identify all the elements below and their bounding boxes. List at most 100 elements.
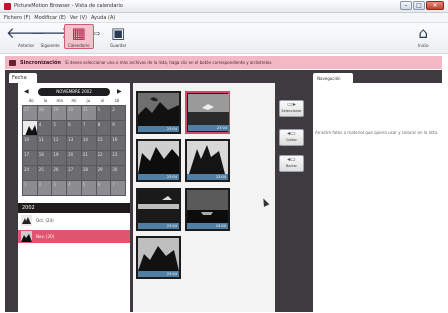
calendar-day[interactable]: 31 [81, 106, 96, 120]
prev-month-icon[interactable]: ◀ [24, 88, 29, 95]
photo-thumbnail[interactable]: 23:04 [136, 188, 181, 231]
month-label: Oct. (24) [36, 218, 54, 223]
menu-bar: Fichero (F) Modificar (E) Ver (V) Ayuda … [0, 13, 448, 23]
calendar-day[interactable]: 24 [23, 166, 37, 180]
notice-text: Si desea seleccionar uno o más archivos … [64, 60, 273, 65]
month-row-nov[interactable]: Nov. (20) [18, 230, 130, 243]
photo-thumbnail[interactable]: 23:04 [136, 139, 181, 182]
month-label: Nov. (20) [36, 234, 55, 239]
calendar-day[interactable]: 2 [37, 181, 52, 195]
calendar-day[interactable]: 14 [81, 136, 96, 150]
info-icon [9, 59, 16, 66]
calendar-day[interactable]: 4 [37, 121, 52, 135]
calendar-day[interactable]: 11 [37, 136, 52, 150]
calendar-day[interactable]: 12 [52, 136, 67, 150]
calendar-day[interactable]: 16 [111, 136, 125, 150]
menu-view[interactable]: Ver (V) [70, 15, 87, 21]
thumbnail-time: 23:04 [188, 125, 229, 131]
clear-button[interactable]: ◂▭ Borrar [279, 155, 304, 172]
weekday-label: vi [100, 98, 105, 103]
photo-thumbnail[interactable]: 23:04 [185, 188, 230, 231]
drop-hint: Arrastre fotos o material que quiera usa… [315, 130, 439, 135]
weekday-label: mi [71, 98, 77, 103]
calendar-day[interactable]: 3 [52, 181, 67, 195]
photo-thumbnail-selected[interactable]: 23:04 [185, 91, 230, 134]
calendar-day[interactable]: 6 [67, 121, 81, 135]
select-button[interactable]: ▭▸ Seleccionar [279, 100, 304, 117]
selection-panel[interactable] [313, 83, 442, 312]
calendar-day[interactable]: 5 [52, 121, 67, 135]
calendar-day[interactable]: 10 [23, 136, 37, 150]
weekday-label: lu [43, 98, 48, 103]
home-icon: ⌂ [418, 24, 429, 42]
month-row-oct[interactable]: Oct. (24) [18, 214, 130, 227]
title-bar: PictureMotion Browser - Vista de calenda… [0, 0, 448, 13]
calendar-day[interactable]: 17 [23, 151, 37, 165]
next-month-icon[interactable]: ▶ [117, 88, 122, 95]
window-title: PictureMotion Browser - Vista de calenda… [14, 3, 123, 9]
calendar-day[interactable]: 8 [96, 121, 111, 135]
calendar-view-button[interactable]: ▦ Calendario [64, 24, 94, 49]
calendar-day[interactable]: 1 [23, 181, 37, 195]
calendar-day[interactable]: 6 [96, 181, 111, 195]
thumbnail-time: 23:04 [138, 223, 179, 229]
calendar-header: ◀ NOVIEMBRE 2002 ▶ [22, 88, 126, 96]
calendar-day[interactable]: 28 [81, 166, 96, 180]
thumbnail-time: 23:04 [138, 126, 179, 132]
toolbar-separator: ⇨ [94, 25, 101, 43]
month-thumbnail [21, 231, 32, 242]
clear-icon: ◂▭ [287, 156, 296, 163]
photo-thumbnail[interactable]: 23:04 [136, 236, 181, 279]
photo-thumbnail[interactable]: 23:04 [185, 139, 230, 182]
menu-edit[interactable]: Modificar (E) [34, 15, 66, 21]
tab-date[interactable]: Fecha [9, 73, 37, 83]
tab-navigation[interactable]: Navegación [313, 73, 353, 83]
calendar-icon: ▦ [71, 24, 86, 42]
thumbnail-time: 23:04 [187, 223, 228, 229]
calendar-day-with-photo[interactable] [23, 121, 37, 135]
calendar-day[interactable]: 30 [111, 166, 125, 180]
calendar-day[interactable]: 20 [67, 151, 81, 165]
calendar-day[interactable]: 1 [96, 106, 111, 120]
calendar-day[interactable]: 9 [111, 121, 125, 135]
calendar-day[interactable]: 25 [37, 166, 52, 180]
menu-file[interactable]: Fichero (F) [4, 15, 30, 21]
maximize-button[interactable]: □ [413, 1, 425, 10]
thumbnail-time: 23:04 [187, 174, 228, 180]
remove-button[interactable]: ◂▭ Quitar [279, 129, 304, 146]
photo-thumbnail[interactable]: 23:04 [136, 91, 181, 134]
calendar-day[interactable]: 23 [111, 151, 125, 165]
calendar-day[interactable]: 27 [67, 166, 81, 180]
month-label: NOVIEMBRE 2002 [38, 88, 110, 96]
save-button[interactable]: ▣ Guardar [110, 25, 126, 49]
calendar-day[interactable]: 30 [67, 106, 81, 120]
weekday-label: sá [114, 98, 120, 103]
weekday-label: ma [56, 98, 63, 103]
calendar-day[interactable]: 18 [37, 151, 52, 165]
month-thumbnail [21, 215, 32, 226]
year-header: 2002 [18, 203, 130, 213]
calendar-grid: 27 28 29 30 31 1 2 4 5 6 7 8 9 10 11 12 13 14 15 16 17 18 19 20… [22, 105, 126, 196]
calendar-day[interactable]: 29 [96, 166, 111, 180]
calendar-day[interactable]: 2 [111, 106, 125, 120]
calendar-day[interactable]: 28 [37, 106, 52, 120]
notice-title: Sincronización [20, 59, 61, 66]
calendar-day[interactable]: 29 [52, 106, 67, 120]
app-icon [4, 3, 11, 10]
calendar-day[interactable]: 22 [96, 151, 111, 165]
calendar-day[interactable]: 19 [52, 151, 67, 165]
calendar-day[interactable]: 4 [67, 181, 81, 195]
calendar-day[interactable]: 5 [81, 181, 96, 195]
home-button[interactable]: ⌂ Inicio [418, 24, 429, 49]
calendar-day[interactable]: 7 [111, 181, 125, 195]
calendar-day[interactable]: 26 [52, 166, 67, 180]
calendar-day[interactable]: 13 [67, 136, 81, 150]
minimize-button[interactable]: – [400, 1, 412, 10]
calendar-day[interactable]: 27 [23, 106, 37, 120]
menu-help[interactable]: Ayuda (A) [91, 15, 115, 21]
calendar-day[interactable]: 15 [96, 136, 111, 150]
toolbar: 🡐 Anterior 🡒 Siguiente ▦ Calendario ⇨ ▣ … [0, 23, 448, 54]
calendar-day[interactable]: 21 [81, 151, 96, 165]
calendar-day[interactable]: 7 [81, 121, 96, 135]
close-button[interactable]: ✕ [426, 1, 444, 10]
